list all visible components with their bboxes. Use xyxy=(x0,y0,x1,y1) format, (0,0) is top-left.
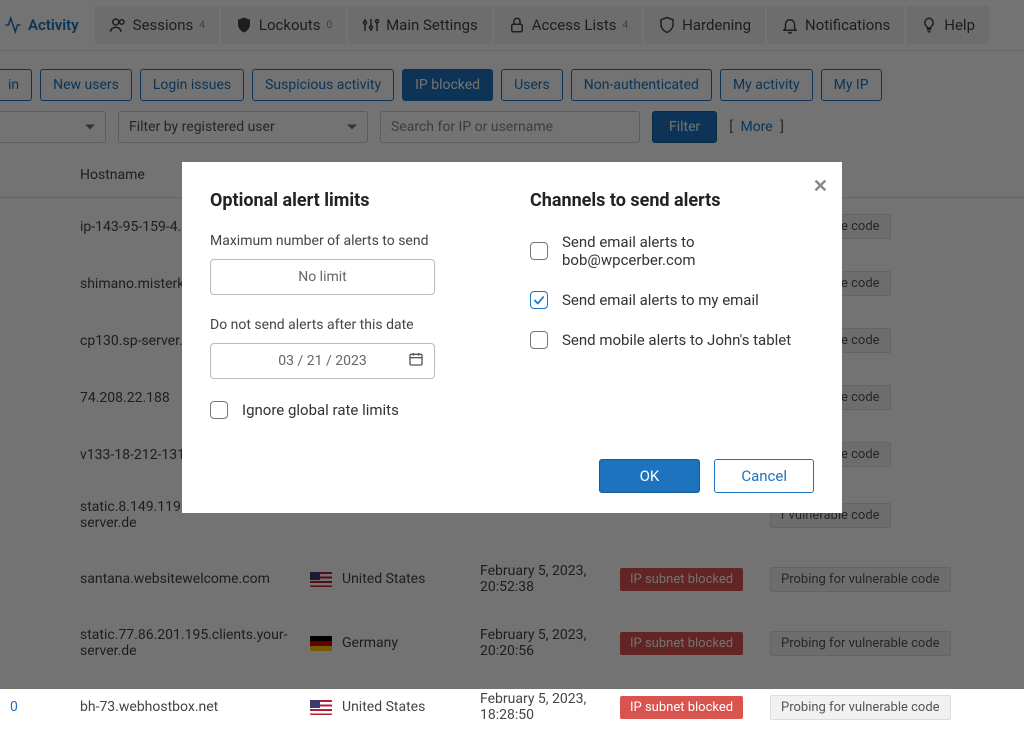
checkbox-chan-email[interactable] xyxy=(530,242,548,260)
label-chan-email: Send email alerts to bob@wpcerber.com xyxy=(562,233,814,269)
row-chan-my-email[interactable]: Send email alerts to my email xyxy=(530,291,814,309)
label-ignore-global: Ignore global rate limits xyxy=(242,401,399,419)
modal-left-col: Optional alert limits Maximum number of … xyxy=(210,190,494,441)
calendar-icon xyxy=(408,351,424,371)
input-max-alerts[interactable]: No limit xyxy=(210,259,435,295)
label-until-date: Do not send alerts after this date xyxy=(210,317,494,333)
alert-limits-modal: ✕ Optional alert limits Maximum number o… xyxy=(182,162,842,513)
row-id-link[interactable]: 0 xyxy=(10,699,18,715)
row-chan-mobile[interactable]: Send mobile alerts to John's tablet xyxy=(530,331,814,349)
label-max-alerts: Maximum number of alerts to send xyxy=(210,233,494,249)
heading-channels: Channels to send alerts xyxy=(530,190,814,211)
close-icon[interactable]: ✕ xyxy=(813,176,828,197)
modal-right-col: Channels to send alerts Send email alert… xyxy=(530,190,814,441)
checkbox-chan-my-email[interactable] xyxy=(530,291,548,309)
ok-button[interactable]: OK xyxy=(599,459,701,493)
status-badge: IP subnet blocked xyxy=(620,696,743,719)
cancel-button[interactable]: Cancel xyxy=(714,459,814,493)
row-chan-email[interactable]: Send email alerts to bob@wpcerber.com xyxy=(530,233,814,269)
checkbox-ignore-global[interactable] xyxy=(210,401,228,419)
label-chan-mobile: Send mobile alerts to John's tablet xyxy=(562,331,791,349)
modal-overlay: ✕ Optional alert limits Maximum number o… xyxy=(0,0,1024,689)
checkbox-chan-mobile[interactable] xyxy=(530,331,548,349)
heading-limits: Optional alert limits xyxy=(210,190,494,211)
label-chan-my-email: Send email alerts to my email xyxy=(562,291,759,309)
us-flag-icon xyxy=(310,700,332,715)
event-badge: Probing for vulnerable code xyxy=(770,695,951,720)
row-ignore-global[interactable]: Ignore global rate limits xyxy=(210,401,494,419)
input-until-date[interactable]: 03 / 21 / 2023 xyxy=(210,343,435,379)
modal-button-row: OK Cancel xyxy=(210,459,814,493)
